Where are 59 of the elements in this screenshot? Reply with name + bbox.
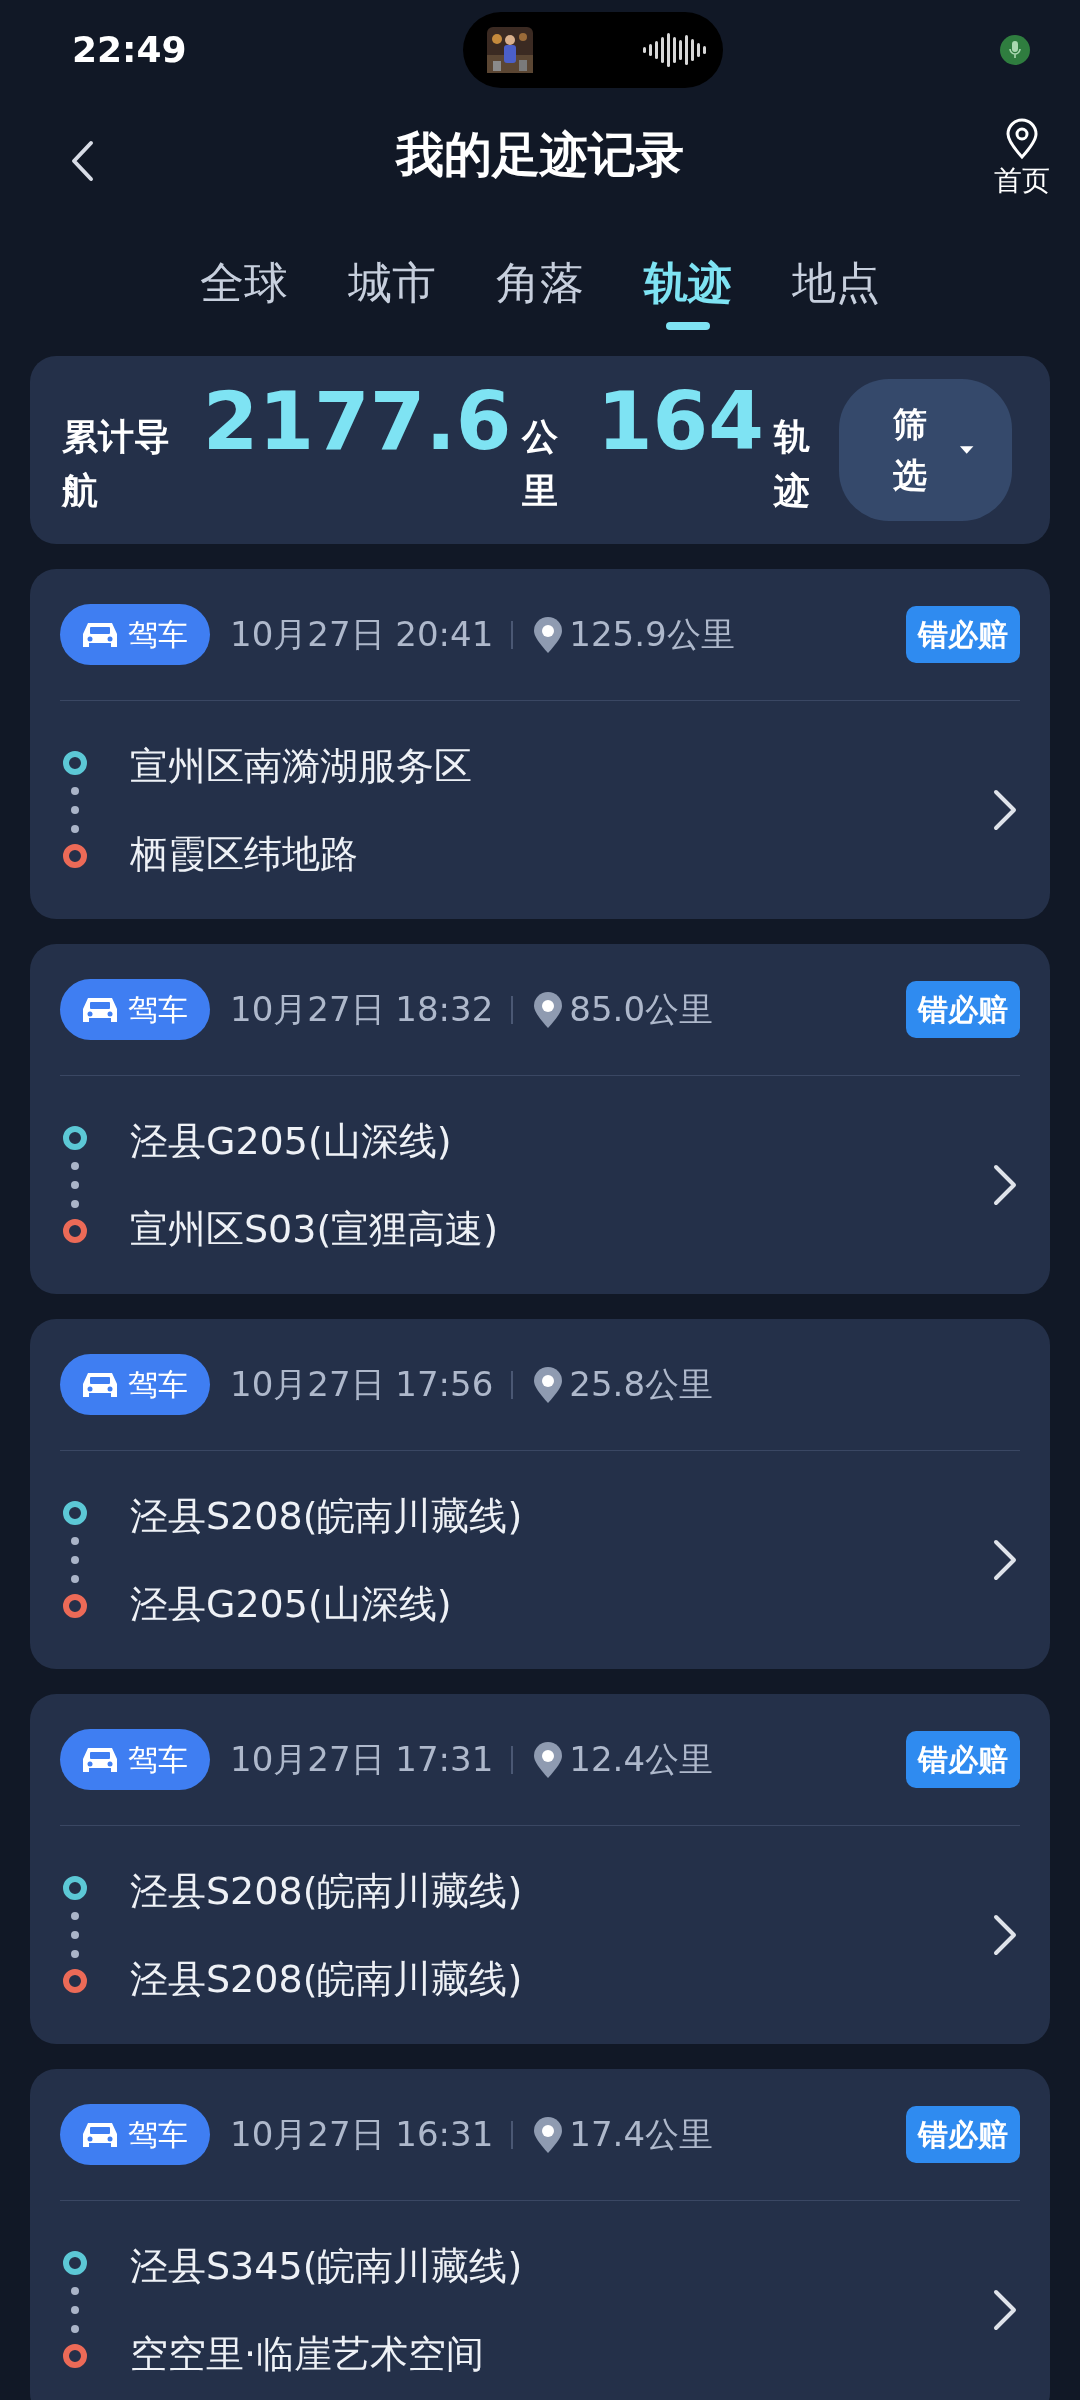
route-dots-icon [60, 750, 90, 870]
unit-label: 轨迹 [773, 415, 811, 513]
home-button[interactable]: 首页 [994, 118, 1050, 202]
start-place: 宣州区南漪湖服务区 [130, 747, 473, 785]
trip-card[interactable]: 驾车 10月27日 18:32 85.0公里 错必赔 泾县G205(山深线) 宣州区S03(宣狸高速) [30, 944, 1050, 1294]
end-place: 泾县G205(山深线) [130, 1585, 453, 1623]
trip-card[interactable]: 驾车 10月27日 20:41 125.9公里 错必赔 宣州区南漪湖服务区 栖霞区纬地路 [30, 569, 1050, 919]
trip-time: 10月27日 17:31 [230, 1738, 494, 1781]
trip-time: 10月27日 16:31 [230, 2113, 494, 2156]
back-icon [70, 139, 94, 182]
tab[interactable]: 角落 [496, 250, 584, 330]
tab-indicator [666, 322, 710, 330]
end-place: 宣州区S03(宣狸高速) [130, 1210, 500, 1248]
end-place: 栖霞区纬地路 [130, 835, 359, 873]
trip-distance: 12.4公里 [569, 1738, 714, 1781]
route-dots-icon [60, 1500, 90, 1620]
mode-label: 驾车 [128, 991, 188, 1029]
tab[interactable]: 城市 [348, 250, 436, 330]
route-dots-icon [60, 2250, 90, 2370]
unit-label: 公里 [521, 415, 559, 513]
distance-total: 2177.6 [202, 382, 512, 462]
trip-distance: 17.4公里 [569, 2113, 714, 2156]
start-place: 泾县S208(皖南川藏线) [130, 1872, 524, 1910]
page-title: 我的足迹记录 [396, 125, 684, 184]
trip-time: 10月27日 18:32 [230, 988, 494, 1031]
filter-button[interactable]: 筛选 [839, 379, 1012, 521]
route-dots-icon [60, 1875, 90, 1995]
track-count: 164 [596, 382, 764, 462]
start-place: 泾县G205(山深线) [130, 1122, 453, 1160]
start-place: 泾县S208(皖南川藏线) [130, 1497, 524, 1535]
status-time: 22:49 [72, 28, 187, 72]
route-dots-icon [60, 1125, 90, 1245]
trip-distance: 125.9公里 [569, 613, 735, 656]
tab[interactable]: 全球 [200, 250, 288, 330]
guarantee-badge: 错必赔 [906, 606, 1020, 663]
microphone-icon [1000, 35, 1030, 65]
tab[interactable]: 地点 [792, 250, 880, 330]
trip-time: 10月27日 20:41 [230, 613, 494, 656]
mode-label: 驾车 [128, 616, 188, 654]
trip-card[interactable]: 驾车 10月27日 16:31 17.4公里 错必赔 泾县S345(皖南川藏线) 空空里·临崖艺术空间 [30, 2069, 1050, 2400]
guarantee-badge: 错必赔 [906, 1731, 1020, 1788]
trip-card[interactable]: 驾车 10月27日 17:31 12.4公里 错必赔 泾县S208(皖南川藏线) 泾县S208(皖南川藏线) [30, 1694, 1050, 2044]
trip-time: 10月27日 17:56 [230, 1363, 494, 1406]
mode-label: 驾车 [128, 1366, 188, 1404]
end-place: 泾县S208(皖南川藏线) [130, 1960, 524, 1998]
trip-card[interactable]: 驾车 10月27日 17:56 25.8公里 泾县S208(皖南川藏线) 泾县G205(山深线) [30, 1319, 1050, 1669]
mode-label: 驾车 [128, 2116, 188, 2154]
guarantee-badge: 错必赔 [906, 981, 1020, 1038]
trip-distance: 85.0公里 [569, 988, 714, 1031]
summary-label: 累计导航 [62, 415, 171, 513]
caret-icon [958, 445, 974, 455]
tab[interactable]: 轨迹 [644, 250, 732, 330]
mode-label: 驾车 [128, 1741, 188, 1779]
guarantee-badge: 错必赔 [906, 2106, 1020, 2163]
start-place: 泾县S345(皖南川藏线) [130, 2247, 524, 2285]
trip-distance: 25.8公里 [569, 1363, 714, 1406]
location-pin-icon [1004, 118, 1040, 160]
back-button[interactable] [70, 138, 94, 182]
end-place: 空空里·临崖艺术空间 [130, 2335, 486, 2373]
